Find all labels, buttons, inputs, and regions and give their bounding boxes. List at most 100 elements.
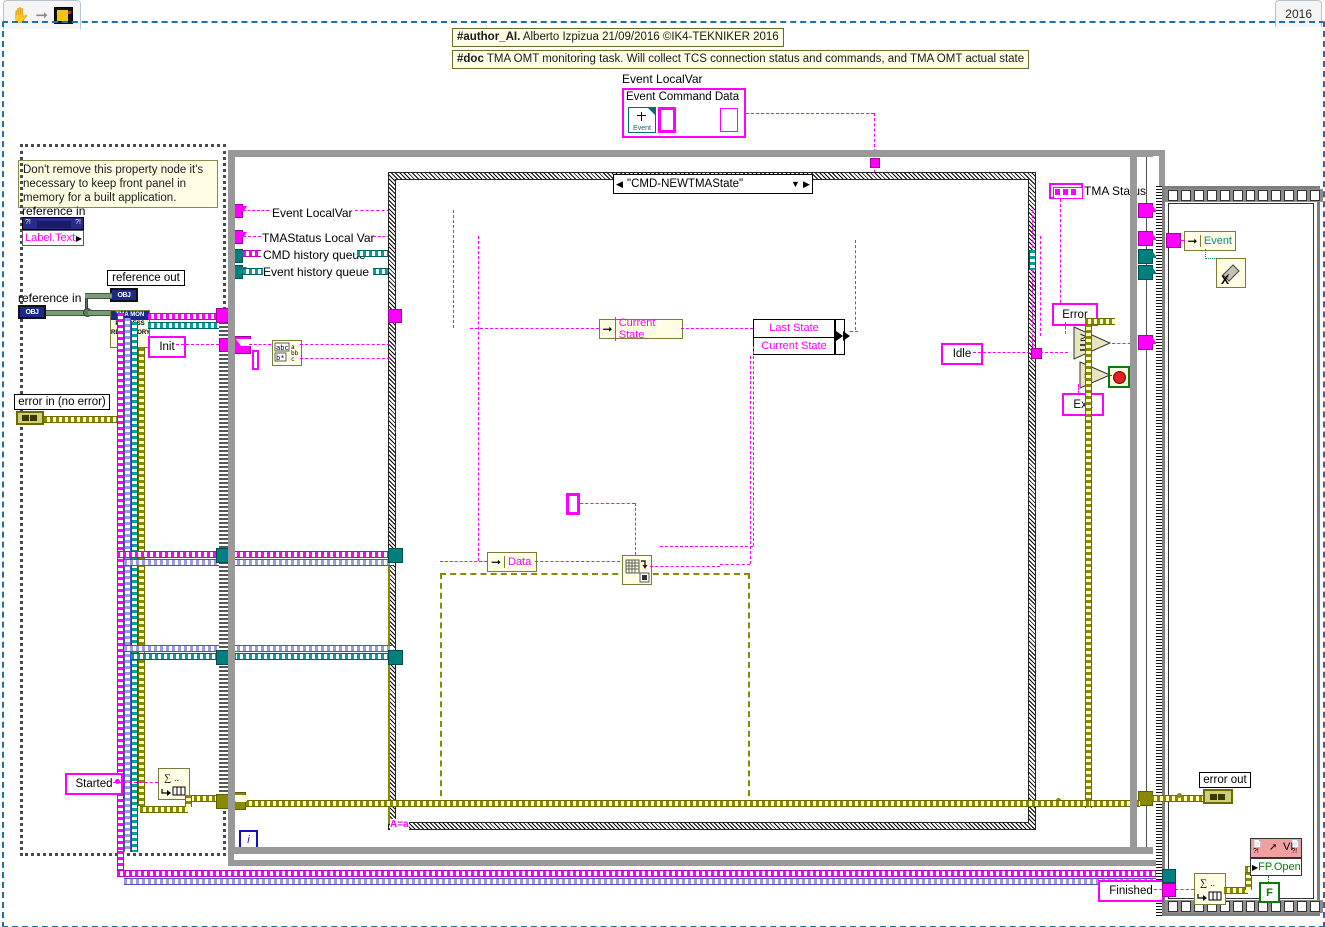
current-state-input-label: Current State [614,317,682,341]
wire-right-column-v [1032,210,1033,352]
vi-property-node-header[interactable]: 📄?! ➚ VI 📄?! [1250,838,1302,858]
outer-loop-left-wall [228,150,235,854]
destroy-event-icon[interactable]: X [1216,258,1246,288]
toolbar: ✋ ➞ 2016 [0,0,1325,29]
false-constant[interactable]: F [1259,882,1280,903]
wire-error-out-junction [1177,793,1182,798]
bundle-cluster-node[interactable]: Last State Current State [753,319,835,355]
bundle-last-state-label: Last State [754,320,834,338]
wire-tunnel-cmdq-a [243,250,261,257]
event-localvar-node[interactable]: Event Command Data Event [622,88,746,138]
reference-out-terminal[interactable]: OBJ [110,288,138,302]
data-bundle-node[interactable]: ➞ Data [487,552,537,572]
exit-constant[interactable]: Exit [1062,393,1104,416]
error-in-terminal[interactable] [16,411,44,425]
finished-constant[interactable]: Finished [1098,880,1164,902]
doc-tag: #doc [457,53,484,65]
event-localvar-title: Event LocalVar [622,72,703,86]
wire-data-in [440,561,487,562]
wire-false-const [1268,876,1269,882]
finished-tunnel-teal[interactable] [1162,869,1176,883]
started-constant[interactable]: Started [65,773,123,795]
author-text: Alberto Izpizua 21/09/2016 ©IK4-TEKNIKER… [522,31,779,43]
wire-variant-out-h [650,566,720,567]
event-glyph-icon: Event [628,107,656,133]
outer-loop-bottom-wall [228,847,1153,854]
wire-tunnel-evtq-a [243,268,263,275]
wire-error-bus-main [240,800,1090,807]
error-in-text: error in (no error) [18,396,106,408]
event-localvar-left-terminal[interactable] [658,107,676,133]
wire-stringnode-out2 [300,358,390,359]
wire-bus-error-vertical [138,348,145,806]
vi-property-fp-open[interactable]: ▶ FP.Open [1250,858,1302,876]
inner-tunnel-teal-a[interactable] [388,548,403,563]
idle-constant[interactable]: Idle [941,343,983,365]
error-out-label: error out [1199,772,1251,788]
wire-exit-v [1078,384,1079,394]
init-constant[interactable]: Init [148,336,186,358]
tunnel-label-event-localvar: Event LocalVar [272,206,353,220]
reference-out-label: reference out [107,270,185,286]
reference-in-terminal[interactable]: OBJ [18,305,46,319]
enqueue-element-node-finished[interactable]: ∑ .. [1194,873,1226,905]
wire-case-v1 [453,210,454,328]
property-node-header[interactable]: ?! ?! [22,217,84,230]
wire-stop [1110,375,1114,376]
inner-tunnel-pink-a[interactable] [388,309,402,323]
string-match-node[interactable]: abc b* a bb c [272,340,302,366]
wire-variant-out-v [750,356,751,564]
error-constant-label: Error [1062,308,1088,321]
empty-string-constant[interactable] [566,493,580,515]
wire-bus-blue-inner-h2 [237,645,393,652]
wire-started-error-in [140,806,188,813]
outer-iteration-label: i [247,833,250,846]
case-selector-next-arrow[interactable]: ▶ [801,179,812,190]
doc-text: TMA OMT monitoring task. Will collect TC… [486,53,1025,65]
event-localvar-right-terminal[interactable] [720,108,738,132]
event-bundle-node[interactable]: ➞ Event [1184,231,1236,251]
greater-equal-comparison-node[interactable]: ≥ [1072,325,1112,361]
outer-loop-top-wall [228,150,1153,157]
vi-property-fp-open-label: FP.Open [1258,861,1301,873]
wire-bus-pink-vertical [117,313,124,853]
svg-text:∑: ∑ [1200,878,1207,889]
current-state-bundle-node[interactable]: ➞ Current State [599,317,683,341]
inner-case-label: A=a [390,819,409,830]
equal-comparison-node[interactable]: = [1078,360,1112,390]
current-state-arrow-icon: ➞ [602,322,613,336]
property-node-label-text[interactable]: Label.Text ▶ [22,230,84,246]
wire-bus-blue-vertical [124,318,131,852]
case-selector-prev-arrow[interactable]: ◀ [614,179,625,190]
wire-bundle-currentstate-feed-h [660,546,753,547]
stop-button-constant[interactable] [1108,366,1130,388]
colon-constant[interactable] [252,350,259,370]
svg-text:c: c [291,356,295,363]
reference-out-text: reference out [112,272,180,284]
wire-refnum-h2 [85,293,112,299]
wire-data-out [535,561,620,562]
svg-text:..: .. [1210,878,1215,888]
case-selector-dropdown-arrow[interactable]: ▼ [790,179,801,189]
inner-case-structure [440,573,750,806]
inner-tunnel-teal-b[interactable] [388,650,403,665]
wire-event-to-destroy-h [1205,258,1217,259]
finished-tunnel-pink[interactable] [1162,883,1176,897]
error-out-terminal[interactable] [1203,789,1233,804]
tunnel-label-tmastatus-localvar: TMAStatus Local Var [262,231,375,245]
case-selector-ring[interactable]: ◀ "CMD-NEWTMAState" ▼ ▶ [613,174,813,194]
wire-errorin-h [44,416,124,423]
wire-started-error-v [185,795,192,807]
outer-loop-right-wall [1130,150,1137,854]
wire-started-junction [115,779,120,784]
tunnel-label-cmd-history-queue: CMD history queue [263,248,366,262]
tma-status-indicator-terminal[interactable] [1049,183,1083,199]
wire-bus-blue-inner-h [237,559,393,566]
finished-constant-label: Finished [1109,885,1153,897]
wire-empty-const-h [580,503,635,504]
variant-to-data-node[interactable] [622,555,652,585]
svg-text:..: .. [174,773,179,783]
event-command-data-label: Event Command Data [626,91,740,103]
wire-bundle-currentstate-feed [753,346,754,546]
wire-bus-pink-bottom-h [117,870,1217,877]
